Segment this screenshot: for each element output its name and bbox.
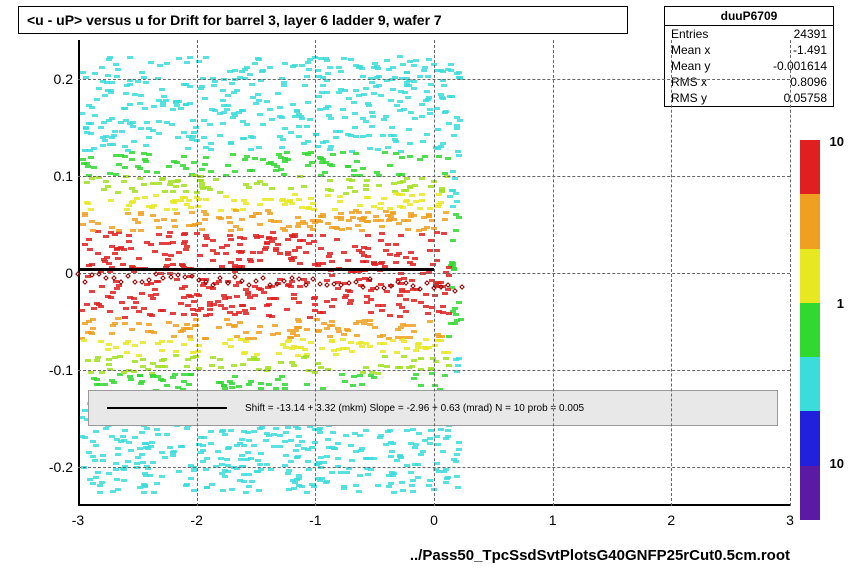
stats-meanx-val: -1.491 (793, 43, 827, 57)
x-axis-tick-label: -1 (300, 512, 330, 528)
fit-result-text: Shift = -13.14 + 3.32 (mkm) Slope = -2.9… (245, 403, 584, 414)
colorbar-tick-bot: 10 (830, 456, 844, 471)
chart-title: <u - uP> versus u for Drift for barrel 3… (27, 12, 442, 28)
stats-rmsx-val: 0.8096 (790, 75, 827, 89)
grid-line-v (315, 40, 316, 506)
x-axis-tick-label: 2 (656, 512, 686, 528)
stats-histname: duuP6709 (665, 7, 833, 26)
profile-fit-line (78, 268, 434, 271)
y-axis-tick-label: -0.2 (38, 459, 73, 475)
y-axis-tick-label: 0.2 (38, 71, 73, 87)
grid-line-v (553, 40, 554, 506)
x-axis-tick-label: -2 (182, 512, 212, 528)
stats-entries-val: 24391 (794, 27, 827, 41)
fit-legend-line (107, 407, 227, 409)
grid-line-v (434, 40, 435, 506)
y-axis-tick-label: -0.1 (38, 362, 73, 378)
stats-entries-label: Entries (671, 27, 708, 41)
grid-line-v (790, 40, 791, 506)
x-axis-tick-label: -3 (63, 512, 93, 528)
colorbar-tick-mid: 1 (837, 296, 844, 311)
colorbar (800, 140, 820, 520)
colorbar-tick-top: 10 (830, 134, 844, 149)
grid-line-v (671, 40, 672, 506)
fit-result-box: Shift = -13.14 + 3.32 (mkm) Slope = -2.9… (88, 390, 778, 426)
y-axis-tick-label: 0.1 (38, 168, 73, 184)
x-axis-tick-label: 0 (419, 512, 449, 528)
y-axis-tick-label: 0 (38, 265, 73, 281)
chart-title-box: <u - uP> versus u for Drift for barrel 3… (18, 6, 628, 34)
x-axis-tick-label: 1 (538, 512, 568, 528)
grid-line-v (197, 40, 198, 506)
x-axis-tick-label: 3 (775, 512, 805, 528)
source-file-label: ../Pass50_TpcSsdSvtPlotsG40GNFP25rCut0.5… (410, 547, 790, 564)
